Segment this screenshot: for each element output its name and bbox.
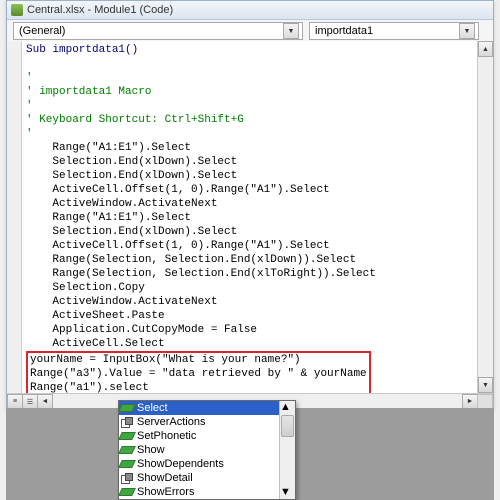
intellisense-label: ShowDependents: [137, 458, 224, 470]
chevron-down-icon: ▼: [283, 23, 299, 39]
scroll-up-icon[interactable]: ▲: [478, 41, 493, 57]
method-icon: [119, 486, 135, 498]
code-line: ActiveSheet.Paste: [26, 310, 165, 322]
code-line: ': [26, 72, 33, 84]
intellisense-item[interactable]: ShowDependents: [119, 457, 295, 471]
code-line: ActiveCell.Select: [26, 338, 165, 350]
margin-gutter: [7, 41, 22, 393]
code-window: Central.xlsx - Module1 (Code) (General) …: [6, 0, 494, 410]
intellisense-label: Show: [137, 444, 165, 456]
intellisense-item[interactable]: ShowDetail: [119, 471, 295, 485]
code-line: Selection.End(xlDown).Select: [26, 156, 237, 168]
property-icon: [119, 416, 135, 428]
scroll-left-icon[interactable]: ◄: [37, 394, 53, 409]
scroll-down-icon[interactable]: ▼: [280, 486, 293, 499]
popup-scrollbar[interactable]: ▲ ▼: [279, 401, 295, 499]
intellisense-item[interactable]: ShowErrors: [119, 485, 295, 499]
code-line: Range(Selection, Selection.End(xlDown)).…: [26, 254, 356, 266]
procedure-view-button[interactable]: ≡: [7, 394, 23, 409]
full-module-view-button[interactable]: ☰: [22, 394, 38, 409]
object-dropdown-value: (General): [19, 25, 65, 37]
code-line: Range("A1:E1").Select: [26, 212, 191, 224]
intellisense-popup[interactable]: Select ServerActions SetPhonetic Show Sh…: [118, 400, 296, 500]
intellisense-label: ShowErrors: [137, 486, 194, 498]
code-line: Range("a3").Value = "data retrieved by "…: [30, 368, 367, 380]
intellisense-item[interactable]: Select: [119, 401, 295, 415]
method-icon: [119, 430, 135, 442]
object-dropdown[interactable]: (General) ▼: [13, 22, 303, 40]
code-line: Selection.End(xlDown).Select: [26, 170, 237, 182]
vertical-scrollbar[interactable]: ▲ ▼: [477, 41, 493, 393]
procedure-dropdown[interactable]: importdata1 ▼: [309, 22, 479, 40]
code-line: ActiveWindow.ActivateNext: [26, 296, 217, 308]
code-line: yourName = InputBox("What is your name?"…: [30, 354, 301, 366]
intellisense-label: Select: [137, 402, 168, 414]
window-title: Central.xlsx - Module1 (Code): [27, 4, 173, 16]
procedure-dropdown-value: importdata1: [315, 25, 373, 37]
intellisense-item[interactable]: ServerActions: [119, 415, 295, 429]
code-line: Selection.Copy: [26, 282, 145, 294]
code-line: Range("A1:E1").Select: [26, 142, 191, 154]
scroll-thumb[interactable]: [281, 415, 294, 437]
code-line: Range(Selection, Selection.End(xlToRight…: [26, 268, 376, 280]
code-line: Application.CutCopyMode = False: [26, 324, 257, 336]
code-line: ': [26, 128, 33, 140]
code-line: ActiveCell.Offset(1, 0).Range("A1").Sele…: [26, 240, 330, 252]
code-line: ' importdata1 Macro: [26, 86, 151, 98]
method-icon: [119, 458, 135, 470]
scroll-corner: [477, 394, 493, 409]
scroll-down-icon[interactable]: ▼: [478, 377, 493, 393]
code-line: Range("a1").select: [30, 382, 149, 393]
intellisense-item[interactable]: SetPhonetic: [119, 429, 295, 443]
intellisense-label: ShowDetail: [137, 472, 193, 484]
intellisense-label: SetPhonetic: [137, 430, 196, 442]
code-line: ' Keyboard Shortcut: Ctrl+Shift+G: [26, 114, 244, 126]
intellisense-item[interactable]: Show: [119, 443, 295, 457]
code-line: ': [26, 100, 33, 112]
highlighted-code-box: yourName = InputBox("What is your name?"…: [26, 351, 371, 393]
intellisense-label: ServerActions: [137, 416, 205, 428]
module-icon: [11, 4, 23, 16]
code-editor[interactable]: Sub importdata1() ' ' importdata1 Macro …: [22, 41, 478, 393]
method-icon: [119, 444, 135, 456]
property-icon: [119, 472, 135, 484]
titlebar[interactable]: Central.xlsx - Module1 (Code): [7, 1, 493, 20]
scroll-up-icon[interactable]: ▲: [280, 401, 293, 414]
code-line: Selection.End(xlDown).Select: [26, 226, 237, 238]
chevron-down-icon: ▼: [459, 23, 475, 39]
scroll-right-icon[interactable]: ►: [462, 394, 478, 409]
code-line: Sub importdata1(): [26, 44, 138, 56]
method-icon: [119, 402, 135, 414]
code-line: ActiveCell.Offset(1, 0).Range("A1").Sele…: [26, 184, 330, 196]
code-line: ActiveWindow.ActivateNext: [26, 198, 217, 210]
